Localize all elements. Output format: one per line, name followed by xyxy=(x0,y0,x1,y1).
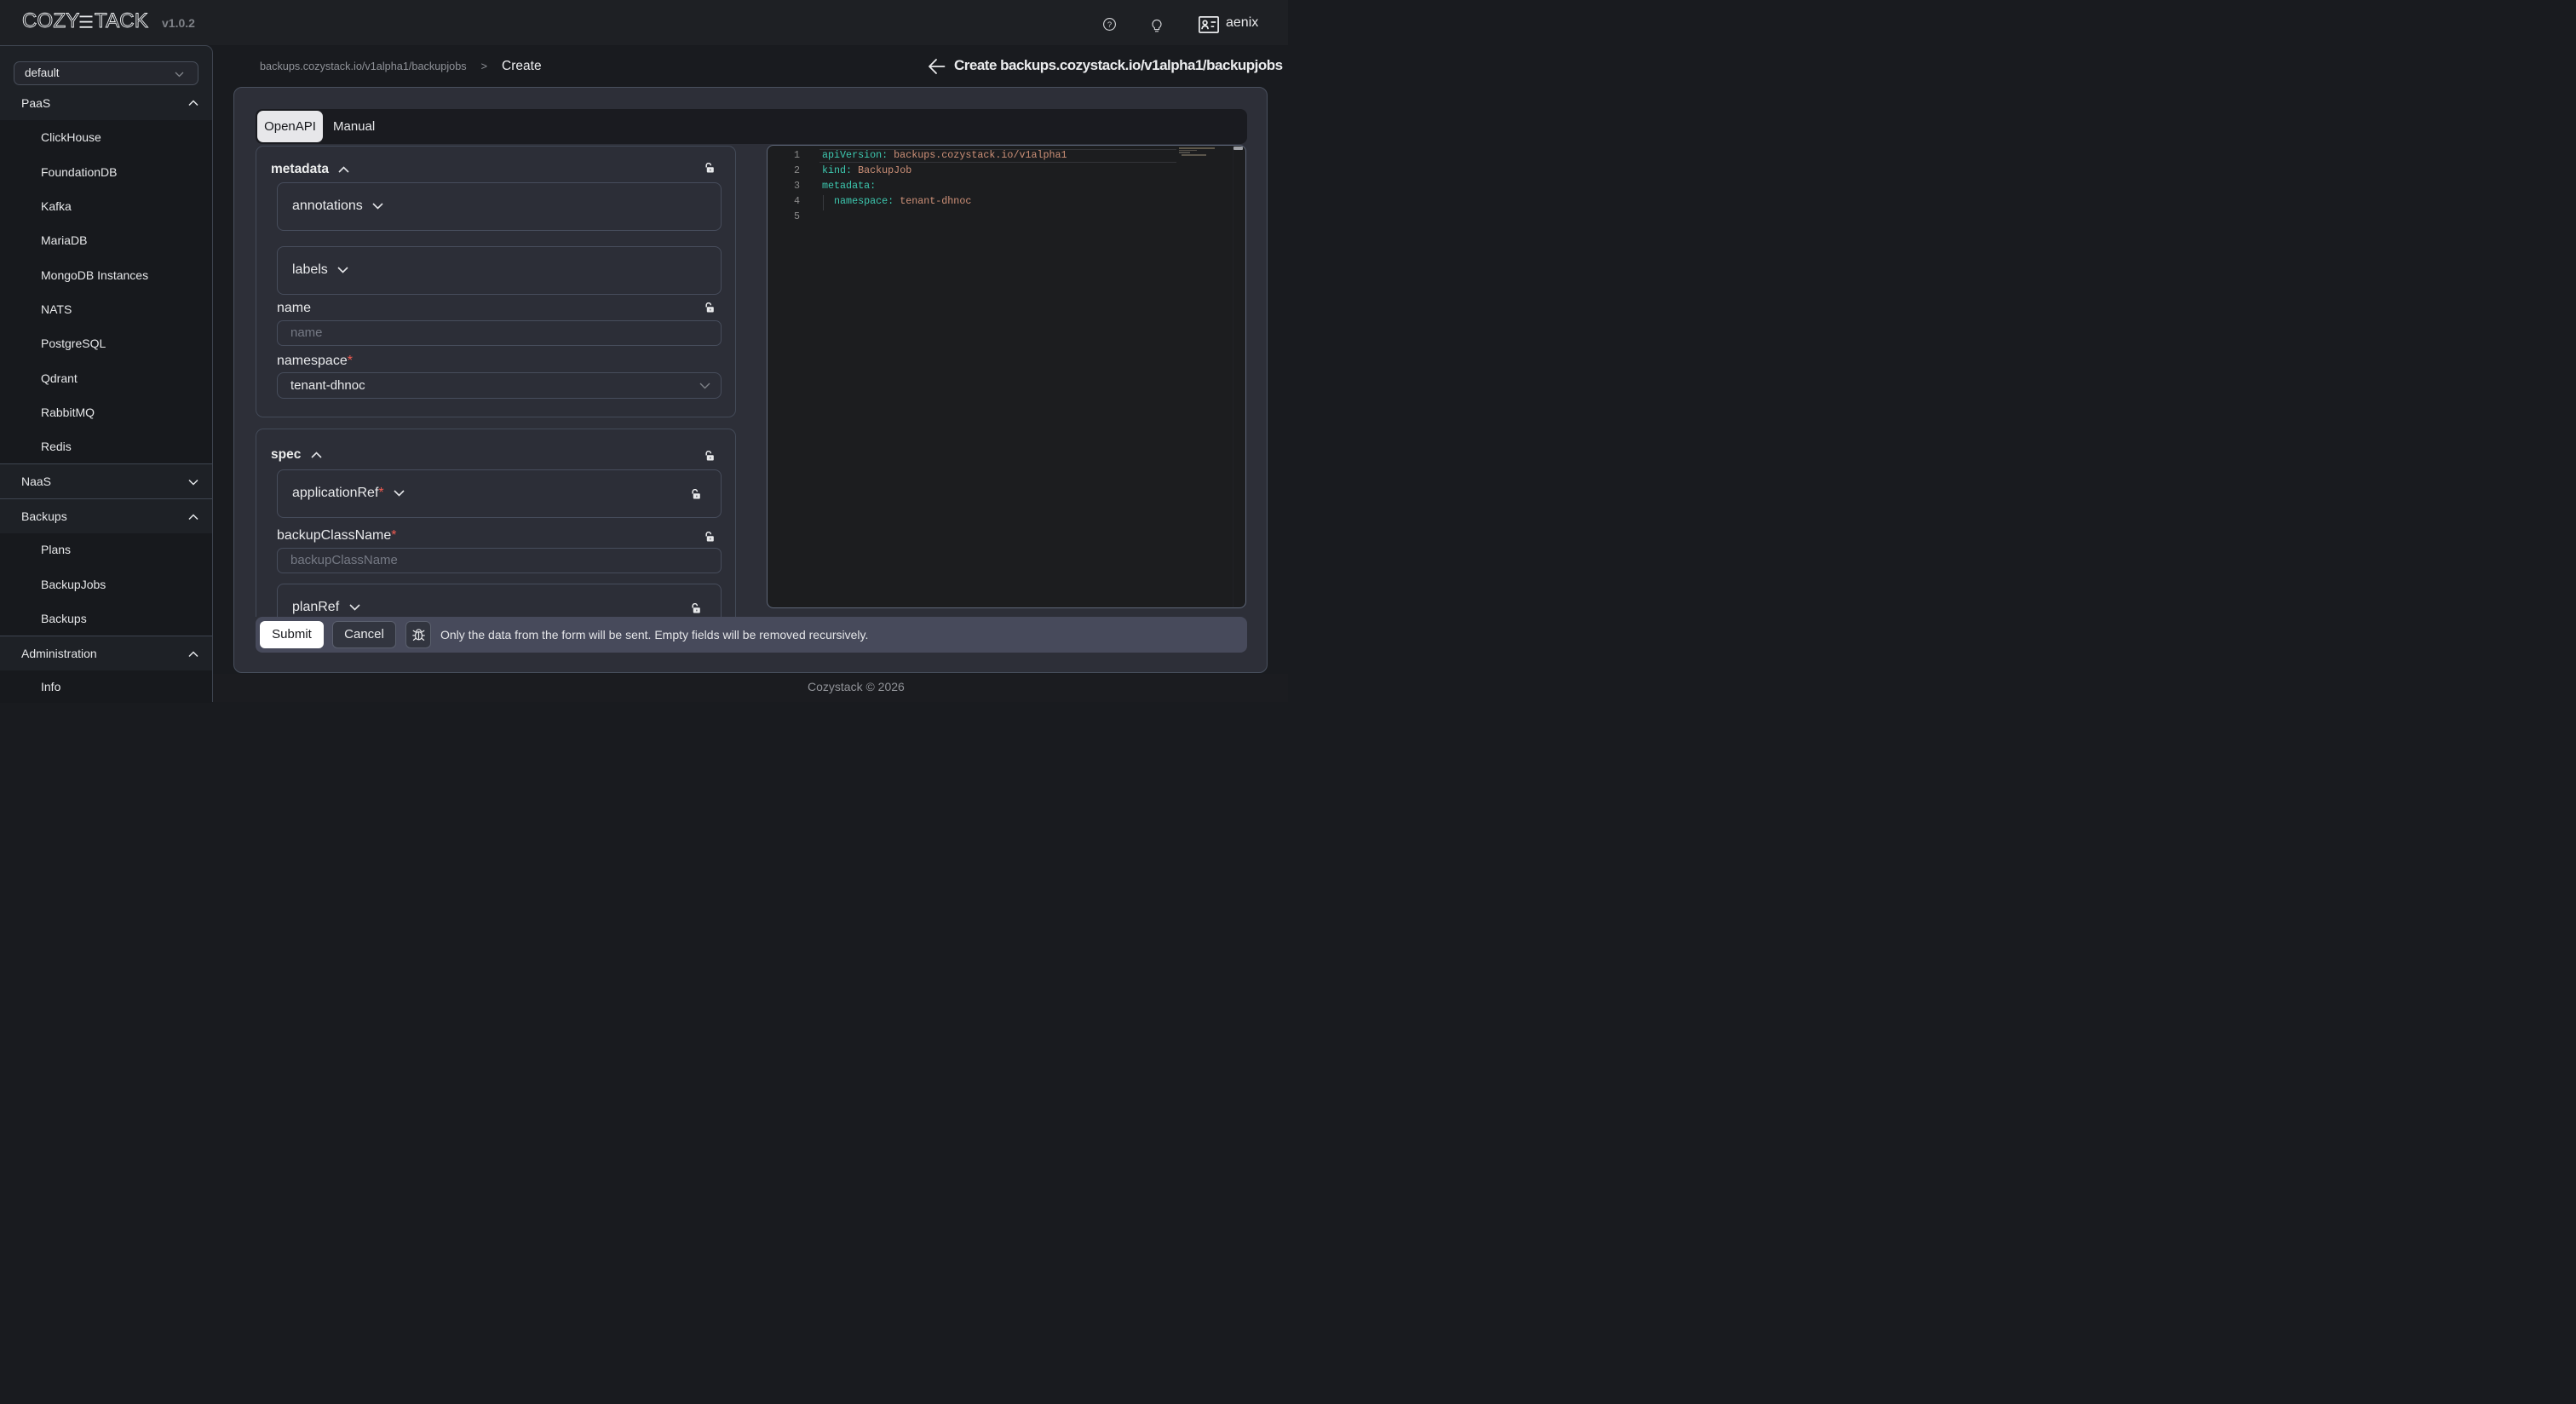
svg-text:COZY: COZY xyxy=(22,11,79,32)
svg-text:?: ? xyxy=(1107,20,1112,30)
svg-text:TACK: TACK xyxy=(95,11,148,32)
